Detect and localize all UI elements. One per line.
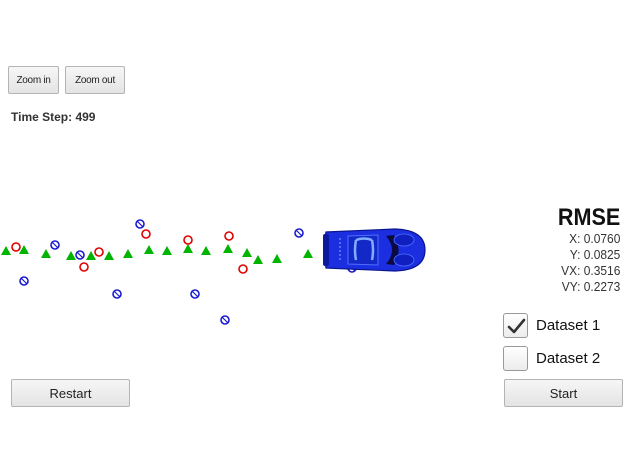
ground-truth-marker: [303, 249, 313, 258]
rmse-vy-value: VY: 0.2273: [561, 279, 620, 294]
radar-velocity-tick: [191, 290, 199, 298]
car-icon: [323, 228, 426, 272]
ground-truth-marker: [201, 246, 211, 255]
radar-velocity-tick: [136, 220, 144, 228]
radar-velocity-tick: [51, 241, 59, 249]
lidar-marker: [183, 235, 193, 245]
ground-truth-marker: [242, 248, 252, 257]
zoom-in-button[interactable]: Zoom in: [8, 66, 59, 94]
lidar-marker: [11, 242, 21, 252]
time-step-label: Time Step: 499: [11, 110, 96, 124]
ground-truth-marker: [272, 254, 282, 263]
ground-truth-marker: [104, 251, 114, 260]
dataset-2-label: Dataset 2: [536, 350, 601, 367]
radar-velocity-tick: [20, 277, 28, 285]
radar-velocity-tick: [221, 316, 229, 324]
dataset-1-option[interactable]: Dataset 1: [503, 313, 600, 338]
ground-truth-marker: [162, 246, 172, 255]
ground-truth-marker: [144, 245, 154, 254]
dataset-2-option[interactable]: Dataset 2: [503, 346, 600, 371]
rmse-x-value: X: 0.0760: [568, 231, 620, 246]
dataset-1-label: Dataset 1: [536, 317, 601, 334]
ground-truth-marker: [123, 249, 133, 258]
rmse-panel: RMSE X: 0.0760 Y: 0.0825 VX: 0.3516 VY: …: [551, 205, 620, 295]
dataset-1-checkbox[interactable]: [503, 313, 528, 338]
radar-velocity-tick: [113, 290, 121, 298]
lidar-marker: [79, 262, 89, 272]
ground-truth-marker: [1, 246, 11, 255]
start-button[interactable]: Start: [504, 379, 623, 407]
rmse-vx-value: VX: 0.3516: [560, 263, 620, 278]
checkmark-icon: [507, 318, 526, 334]
zoom-out-button[interactable]: Zoom out: [65, 66, 125, 94]
rmse-title: RMSE: [557, 204, 620, 231]
restart-button[interactable]: Restart: [11, 379, 130, 407]
lidar-marker: [238, 264, 248, 274]
dataset-2-checkbox[interactable]: [503, 346, 528, 371]
ground-truth-marker: [66, 251, 76, 260]
lidar-marker: [224, 231, 234, 241]
radar-velocity-tick: [76, 251, 84, 259]
lidar-marker: [94, 247, 104, 257]
ground-truth-marker: [41, 249, 51, 258]
radar-velocity-tick: [295, 229, 303, 237]
ground-truth-marker: [223, 244, 233, 253]
ground-truth-marker: [183, 244, 193, 253]
lidar-marker: [141, 229, 151, 239]
ground-truth-marker: [253, 255, 263, 264]
rmse-y-value: Y: 0.0825: [569, 247, 620, 262]
